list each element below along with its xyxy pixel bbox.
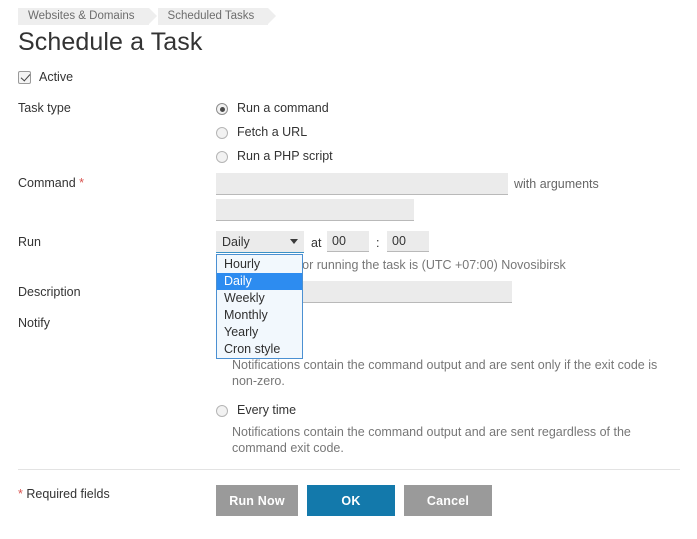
checkbox-icon[interactable] <box>18 71 31 84</box>
active-checkbox-label: Active <box>39 70 73 84</box>
run-now-button[interactable]: Run Now <box>216 485 298 516</box>
breadcrumb-label: Scheduled Tasks <box>168 10 255 22</box>
dropdown-option-weekly[interactable]: Weekly <box>217 290 302 307</box>
radio-label: Every time <box>237 403 296 417</box>
chevron-down-icon <box>290 239 298 244</box>
radio-icon[interactable] <box>216 151 228 163</box>
dropdown-option-daily[interactable]: Daily <box>217 273 302 290</box>
ok-button[interactable]: OK <box>307 485 395 516</box>
dropdown-option-monthly[interactable]: Monthly <box>217 307 302 324</box>
with-arguments-hint: with arguments <box>514 177 599 191</box>
dropdown-option-yearly[interactable]: Yearly <box>217 324 302 341</box>
radio-icon[interactable] <box>216 103 228 115</box>
breadcrumb-item-websites-domains[interactable]: Websites & Domains <box>18 8 149 25</box>
radio-icon[interactable] <box>216 127 228 139</box>
time-separator: : <box>376 236 379 250</box>
notify-label: Notify <box>18 316 50 330</box>
page-title: Schedule a Task <box>18 28 203 57</box>
description-label: Description <box>18 285 81 299</box>
active-checkbox-row[interactable]: Active <box>18 70 73 84</box>
radio-label: Fetch a URL <box>237 125 307 139</box>
command-label: Command * <box>18 176 84 190</box>
command-label-text: Command <box>18 176 79 190</box>
radio-every-time[interactable]: Every time <box>216 403 296 417</box>
run-frequency-dropdown-list[interactable]: Hourly Daily Weekly Monthly Yearly Cron … <box>216 254 303 359</box>
radio-label: Run a command <box>237 101 329 115</box>
dropdown-option-cron-style[interactable]: Cron style <box>217 341 302 358</box>
required-fields-note: * Required fields <box>18 487 110 501</box>
dropdown-option-hourly[interactable]: Hourly <box>217 256 302 273</box>
run-frequency-select[interactable]: Daily <box>216 231 304 253</box>
required-fields-text: Required fields <box>26 487 109 501</box>
required-marker: * <box>18 487 23 501</box>
radio-run-a-php-script[interactable]: Run a PHP script <box>216 149 333 163</box>
footer-divider <box>18 469 680 470</box>
run-label: Run <box>18 235 41 249</box>
at-label: at <box>311 236 321 250</box>
run-minute-input[interactable] <box>387 231 429 252</box>
every-time-note: Notifications contain the command output… <box>232 424 677 456</box>
command-arguments-input[interactable] <box>216 199 414 221</box>
run-frequency-selected-value: Daily <box>222 235 290 249</box>
errors-only-note: Notifications contain the command output… <box>232 357 677 389</box>
task-type-label: Task type <box>18 101 71 115</box>
radio-icon[interactable] <box>216 405 228 417</box>
breadcrumb-item-scheduled-tasks[interactable]: Scheduled Tasks <box>158 8 269 25</box>
cancel-button[interactable]: Cancel <box>404 485 492 516</box>
radio-run-a-command[interactable]: Run a command <box>216 101 329 115</box>
radio-label: Run a PHP script <box>237 149 333 163</box>
command-input[interactable] <box>216 173 508 195</box>
breadcrumb-label: Websites & Domains <box>28 10 135 22</box>
breadcrumb: Websites & Domains Scheduled Tasks <box>18 8 277 25</box>
radio-fetch-a-url[interactable]: Fetch a URL <box>216 125 307 139</box>
run-hour-input[interactable] <box>327 231 369 252</box>
required-marker: * <box>79 176 84 190</box>
schedule-task-page: Websites & Domains Scheduled Tasks Sched… <box>0 0 697 539</box>
